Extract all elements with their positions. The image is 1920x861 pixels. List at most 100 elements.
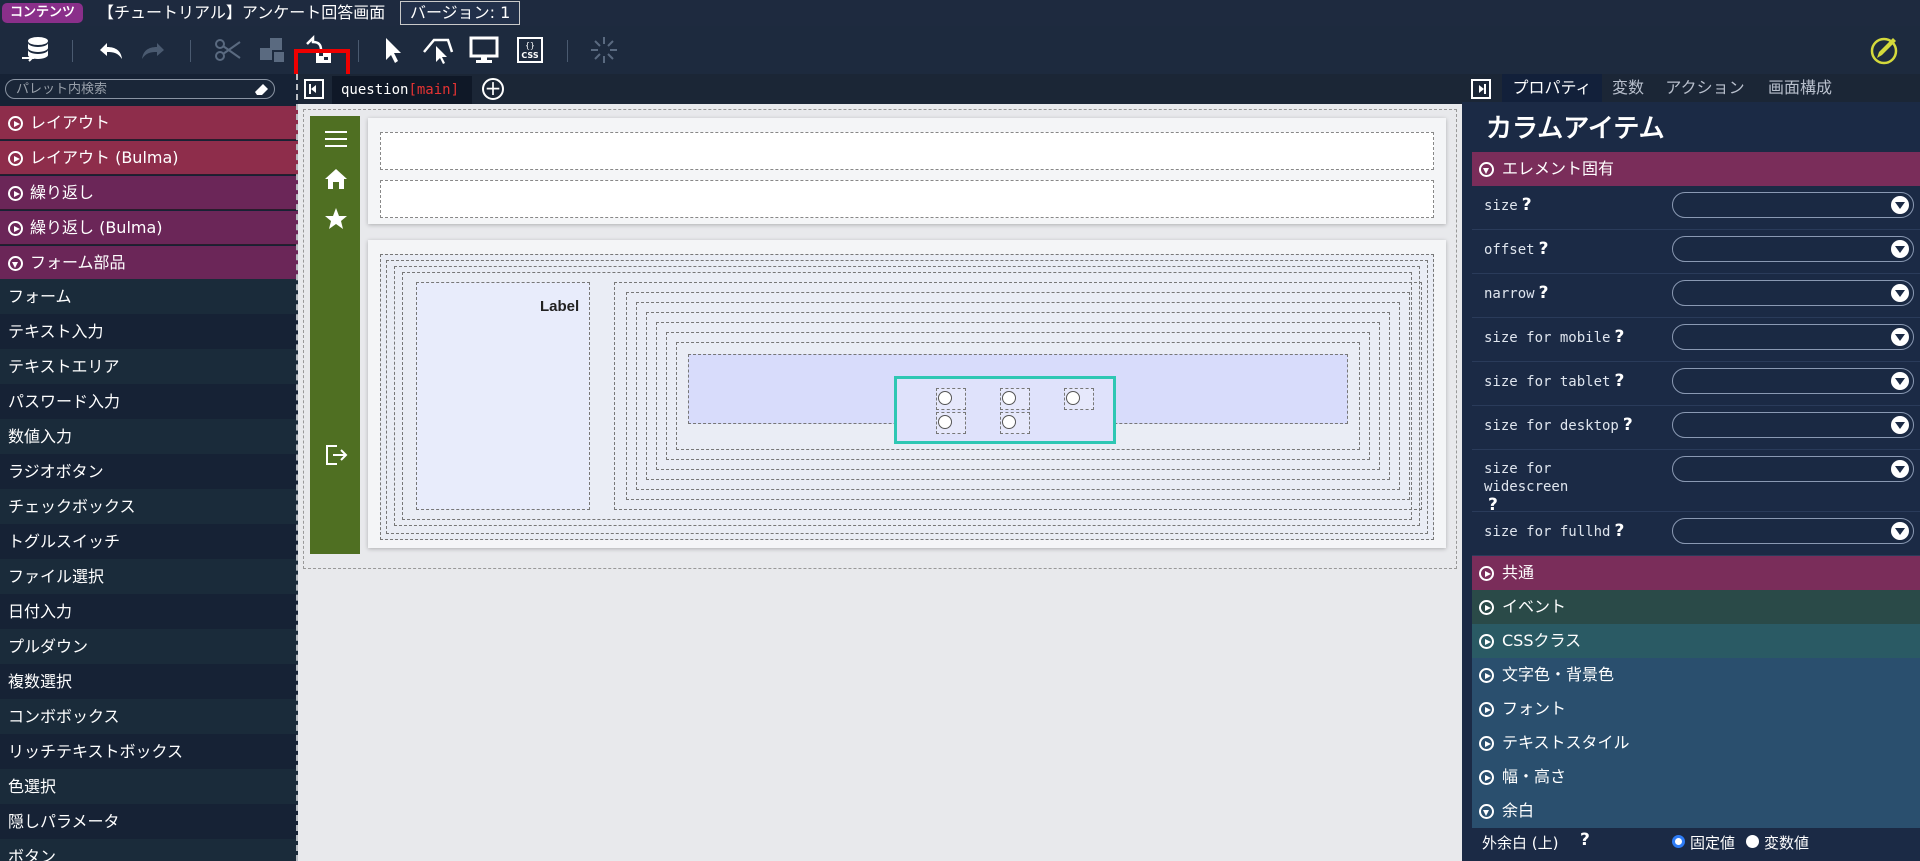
- radio-fixed-label: 固定値: [1690, 834, 1736, 852]
- palette-item[interactable]: 数値入力: [0, 419, 298, 454]
- radio-variable-label: 変数値: [1764, 834, 1810, 852]
- palette-item[interactable]: ラジオボタン: [0, 454, 298, 489]
- property-section-label: CSSクラス: [1502, 631, 1582, 650]
- palette-item[interactable]: コンボボックス: [0, 699, 298, 734]
- help-icon[interactable]: ?: [1539, 283, 1549, 303]
- palette-item[interactable]: 隠しパラメータ: [0, 804, 298, 839]
- star-icon[interactable]: [323, 206, 349, 232]
- cut-icon[interactable]: [208, 30, 248, 70]
- palette-category[interactable]: 繰り返し: [0, 176, 298, 210]
- label-column[interactable]: [416, 282, 590, 510]
- palette-item[interactable]: 複数選択: [0, 664, 298, 699]
- edit-icon[interactable]: [1864, 30, 1904, 70]
- radio-fixed[interactable]: [1672, 835, 1685, 848]
- help-icon[interactable]: ?: [1539, 239, 1549, 259]
- property-select[interactable]: [1672, 368, 1914, 394]
- property-section[interactable]: テキストスタイル: [1472, 726, 1920, 760]
- section-element-specific[interactable]: エレメント固有: [1472, 152, 1920, 186]
- property-label: narrow?: [1484, 284, 1644, 303]
- collapse-palette-icon[interactable]: [304, 79, 324, 99]
- property-section-label: 幅・高さ: [1502, 767, 1567, 786]
- preview-icon[interactable]: [464, 30, 504, 70]
- palette-item[interactable]: 日付入力: [0, 594, 298, 629]
- chevron-down-icon: [1891, 372, 1909, 390]
- header-input-1[interactable]: [380, 132, 1434, 170]
- logout-icon[interactable]: [323, 442, 349, 468]
- select-icon[interactable]: [374, 30, 414, 70]
- palette-item[interactable]: ファイル選択: [0, 559, 298, 594]
- property-select[interactable]: [1672, 236, 1914, 262]
- radio-button[interactable]: [938, 415, 952, 429]
- question-label: Label: [540, 298, 580, 315]
- undo-icon[interactable]: [90, 30, 130, 70]
- help-icon[interactable]: ?: [1614, 327, 1624, 347]
- palette-item[interactable]: チェックボックス: [0, 489, 298, 524]
- palette-item[interactable]: トグルスイッチ: [0, 524, 298, 559]
- help-icon[interactable]: ?: [1614, 371, 1624, 391]
- property-section[interactable]: フォント: [1472, 692, 1920, 726]
- select-parent-icon[interactable]: [418, 30, 458, 70]
- palette-category[interactable]: 繰り返し (Bulma): [0, 211, 298, 245]
- help-icon[interactable]: ?: [1580, 830, 1590, 850]
- menu-icon[interactable]: [323, 126, 349, 152]
- property-label: size for mobile?: [1484, 328, 1644, 347]
- eraser-icon[interactable]: [252, 81, 270, 97]
- help-icon[interactable]: ?: [1623, 415, 1633, 435]
- palette-item[interactable]: テキストエリア: [0, 349, 298, 384]
- palette-search-input[interactable]: [16, 81, 246, 97]
- toolbar: {} CSS: [0, 26, 1920, 101]
- database-icon[interactable]: [16, 30, 56, 70]
- css-icon[interactable]: {} CSS: [510, 30, 550, 70]
- collapse-property-icon[interactable]: [1471, 79, 1491, 99]
- radio-button[interactable]: [938, 391, 952, 405]
- palette-category[interactable]: フォーム部品: [0, 246, 298, 280]
- copy-icon[interactable]: [252, 30, 292, 70]
- property-label-text: size for tablet: [1484, 374, 1611, 390]
- margin-top-label: 外余白 (上): [1482, 834, 1559, 852]
- property-section[interactable]: 共通: [1472, 556, 1920, 590]
- property-select[interactable]: [1672, 456, 1914, 482]
- radio-button[interactable]: [1066, 391, 1080, 405]
- radio-variable[interactable]: [1746, 835, 1759, 848]
- tab-screen-structure[interactable]: 画面構成: [1760, 74, 1840, 102]
- palette-category[interactable]: レイアウト: [0, 106, 298, 140]
- add-tab-icon[interactable]: +: [482, 78, 504, 100]
- palette-item[interactable]: テキスト入力: [0, 314, 298, 349]
- palette-category[interactable]: レイアウト (Bulma): [0, 141, 298, 175]
- property-section[interactable]: 文字色・背景色: [1472, 658, 1920, 692]
- property-select[interactable]: [1672, 324, 1914, 350]
- tab-properties[interactable]: プロパティ: [1502, 74, 1602, 102]
- palette-item[interactable]: リッチテキストボックス: [0, 734, 298, 769]
- content-badge: コンテンツ: [2, 3, 84, 23]
- radio-button[interactable]: [1002, 391, 1016, 405]
- property-section-label: 共通: [1502, 563, 1535, 582]
- tab-variables[interactable]: 変数: [1604, 74, 1652, 102]
- palette-item[interactable]: 色選択: [0, 769, 298, 804]
- palette-item[interactable]: プルダウン: [0, 629, 298, 664]
- help-icon[interactable]: ?: [1522, 195, 1532, 215]
- property-section[interactable]: イベント: [1472, 590, 1920, 624]
- property-select[interactable]: [1672, 192, 1914, 218]
- property-section[interactable]: 余白: [1472, 794, 1920, 828]
- radio-button[interactable]: [1002, 415, 1016, 429]
- palette-item[interactable]: フォーム: [0, 279, 298, 314]
- expand-icon: [1479, 736, 1494, 751]
- property-section-label: 余白: [1502, 801, 1535, 820]
- redo-icon[interactable]: [134, 30, 174, 70]
- tab-question-main[interactable]: question[main]: [332, 76, 472, 104]
- palette-category-label: 繰り返し (Bulma): [30, 218, 163, 237]
- property-select[interactable]: [1672, 412, 1914, 438]
- app-sidenav[interactable]: [310, 116, 360, 554]
- property-select[interactable]: [1672, 518, 1914, 544]
- property-section[interactable]: 幅・高さ: [1472, 760, 1920, 794]
- property-select[interactable]: [1672, 280, 1914, 306]
- tab-actions[interactable]: アクション: [1658, 74, 1752, 102]
- palette-item[interactable]: ボタン: [0, 839, 298, 861]
- palette-item[interactable]: パスワード入力: [0, 384, 298, 419]
- property-section[interactable]: CSSクラス: [1472, 624, 1920, 658]
- property-tabbar: プロパティ 変数 アクション 画面構成: [1462, 74, 1920, 102]
- home-icon[interactable]: [323, 166, 349, 192]
- help-icon[interactable]: ?: [1614, 521, 1624, 541]
- palette-category-label: レイアウト: [30, 113, 111, 132]
- header-input-2[interactable]: [380, 180, 1434, 218]
